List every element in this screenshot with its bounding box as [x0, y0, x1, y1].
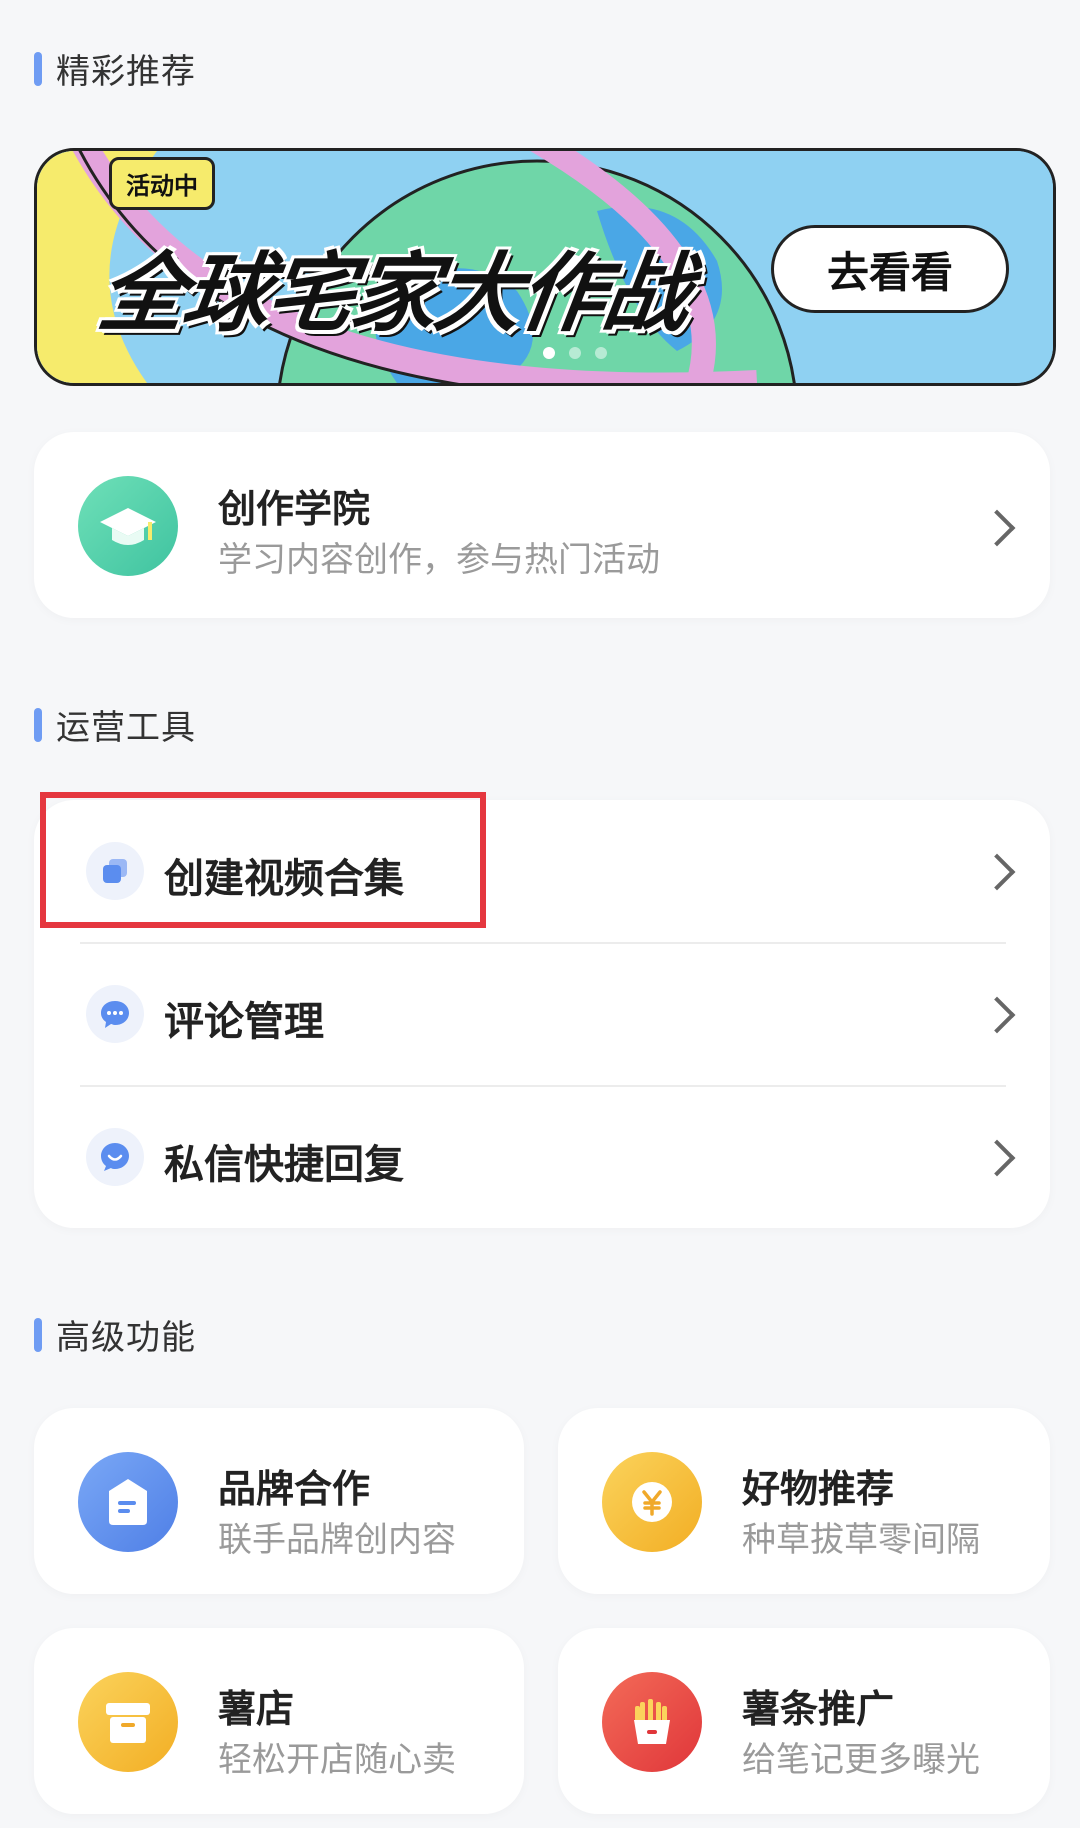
pagination-dot[interactable]	[595, 347, 607, 359]
shop-subtitle: 轻松开店随心卖	[218, 1740, 456, 1780]
good-items-subtitle: 种草拔草零间隔	[742, 1520, 980, 1560]
fries-icon	[602, 1672, 702, 1772]
creator-academy-card[interactable]: 创作学院 学习内容创作，参与热门活动	[34, 432, 1050, 618]
chevron-right-icon	[978, 853, 1016, 891]
activity-banner[interactable]: 活动中 全球宅家大作战 去看看	[34, 148, 1056, 386]
ops-row-label: 私信快捷回复	[164, 1142, 404, 1188]
section-title-text: 精彩推荐	[56, 52, 196, 92]
brand-collab-card[interactable]: 品牌合作 联手品牌创内容	[34, 1408, 524, 1594]
ops-row-comment-management[interactable]: 评论管理	[34, 943, 1050, 1085]
comment-icon	[86, 985, 144, 1043]
section-accent-bar	[34, 1317, 42, 1352]
shop-card[interactable]: 薯店 轻松开店随心卖	[34, 1628, 524, 1814]
section-accent-bar	[34, 51, 42, 86]
store-box-icon	[78, 1672, 178, 1772]
section-title-ops: 运营工具	[34, 700, 196, 749]
pagination-dot[interactable]	[543, 347, 555, 359]
brand-collab-title: 品牌合作	[218, 1467, 371, 1511]
brand-icon	[78, 1452, 178, 1552]
brand-collab-subtitle: 联手品牌创内容	[218, 1520, 456, 1560]
chevron-right-icon	[978, 509, 1016, 547]
academy-title: 创作学院	[218, 487, 371, 531]
yen-icon	[602, 1452, 702, 1552]
promotion-card[interactable]: 薯条推广 给笔记更多曝光	[558, 1628, 1050, 1814]
banner-go-button[interactable]: 去看看	[771, 225, 1009, 313]
promotion-subtitle: 给笔记更多曝光	[742, 1740, 980, 1780]
banner-pagination	[543, 347, 607, 359]
promotion-title: 薯条推广	[742, 1687, 895, 1731]
good-items-title: 好物推荐	[742, 1467, 895, 1511]
activity-badge: 活动中	[109, 157, 215, 210]
good-items-card[interactable]: 好物推荐 种草拔草零间隔	[558, 1408, 1050, 1594]
ops-row-label: 评论管理	[164, 999, 324, 1045]
shop-title: 薯店	[218, 1687, 295, 1731]
section-title-text: 高级功能	[56, 1318, 196, 1358]
banner-title: 全球宅家大作战	[92, 244, 695, 344]
ops-row-quick-reply[interactable]: 私信快捷回复	[34, 1086, 1050, 1228]
section-title-advanced: 高级功能	[34, 1310, 196, 1359]
chevron-right-icon	[978, 996, 1016, 1034]
section-accent-bar	[34, 707, 42, 742]
section-title-text: 运营工具	[56, 708, 196, 748]
highlight-box	[40, 792, 486, 928]
chevron-right-icon	[978, 1139, 1016, 1177]
section-title-featured: 精彩推荐	[34, 44, 196, 93]
message-icon	[86, 1128, 144, 1186]
graduation-cap-icon	[78, 476, 178, 576]
academy-subtitle: 学习内容创作，参与热门活动	[218, 540, 660, 580]
pagination-dot[interactable]	[569, 347, 581, 359]
